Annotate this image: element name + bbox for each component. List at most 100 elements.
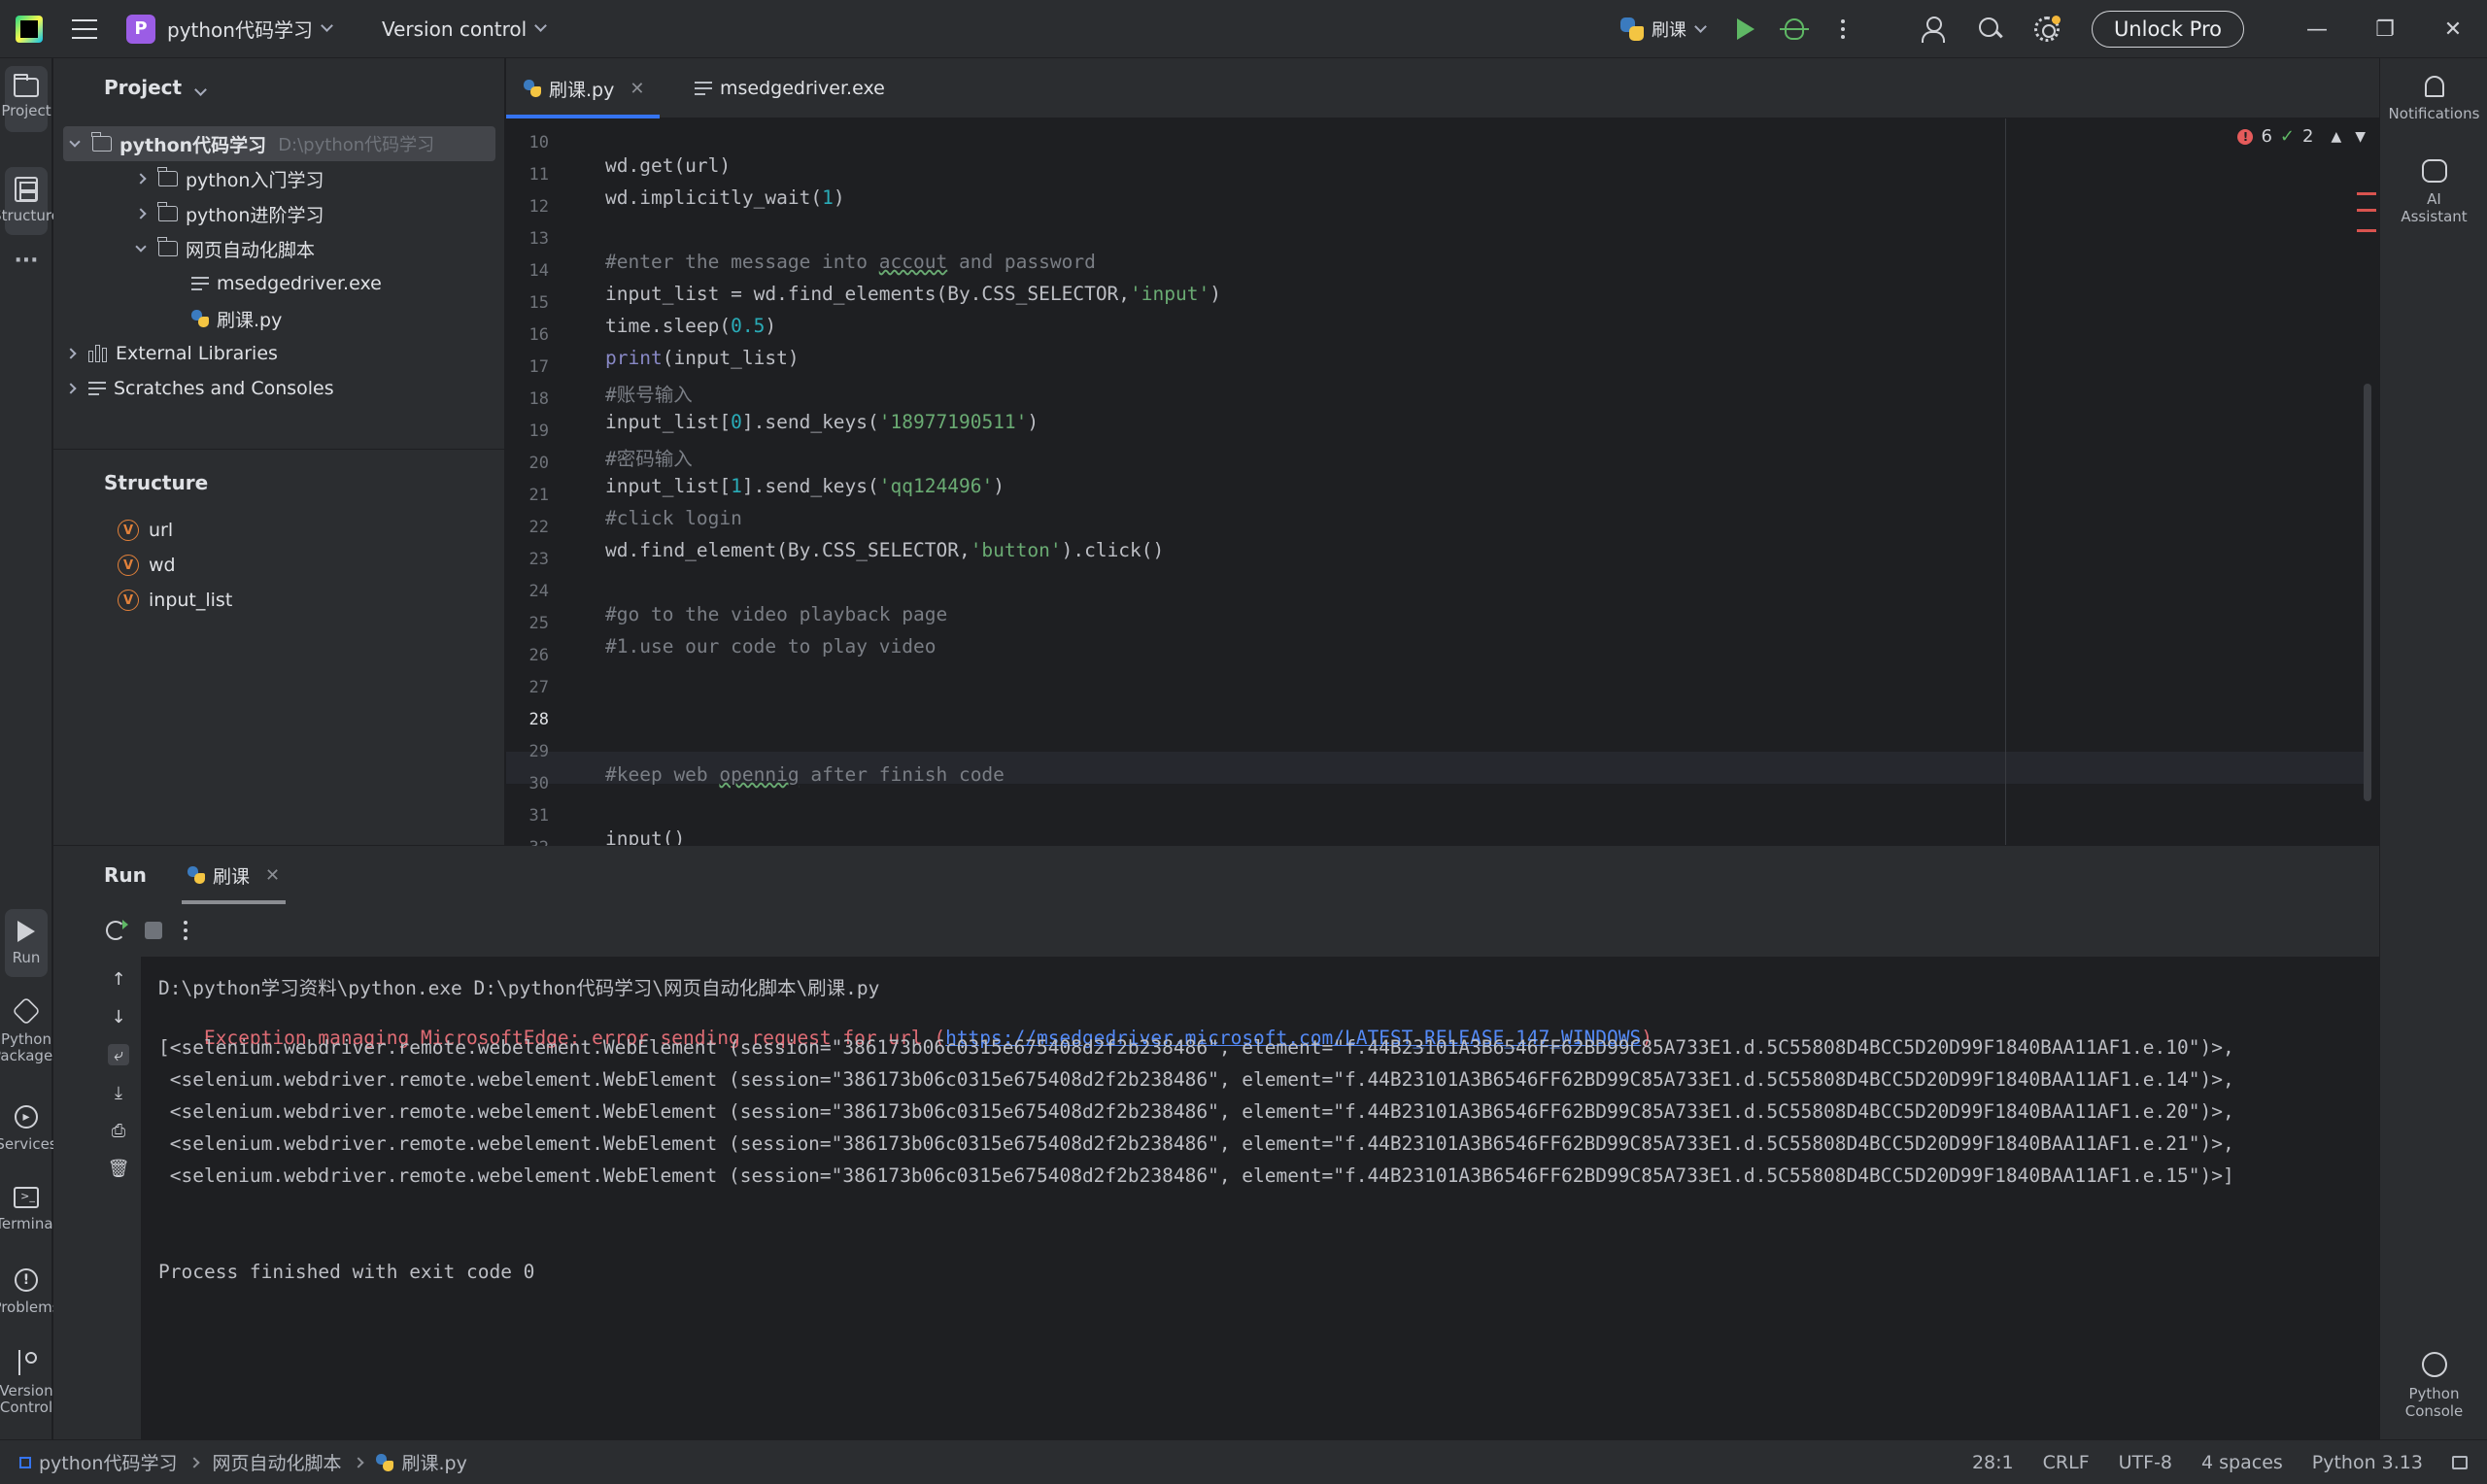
breadcrumb-item[interactable]: python代码学习 xyxy=(39,1449,177,1475)
project-panel-header[interactable]: Project xyxy=(104,76,207,99)
code-line-23[interactable]: #click login xyxy=(605,507,742,529)
problems-tool-button[interactable]: ! Problems xyxy=(0,1268,60,1316)
run-tab-shuake[interactable]: 刷课 ✕ xyxy=(182,846,287,904)
line-number: 19 xyxy=(528,422,549,441)
code-line-30[interactable]: #keep web opennig after finish code xyxy=(605,763,1005,786)
python-packages-label: Python Packages xyxy=(0,1030,60,1064)
maximize-button[interactable]: ❐ xyxy=(2351,0,2419,58)
vcs-menu[interactable]: Version control xyxy=(370,0,548,58)
stop-icon[interactable] xyxy=(145,922,162,939)
project-tool-button[interactable]: Project xyxy=(1,66,51,132)
error-stripe-mark[interactable] xyxy=(2357,209,2376,212)
tree-node-project-root[interactable]: python代码学习 D:\python代码学习 xyxy=(63,126,495,161)
breadcrumb-item[interactable]: 网页自动化脚本 xyxy=(212,1449,341,1475)
print-icon[interactable]: ⎙ xyxy=(108,1120,129,1141)
notifications-tool-button[interactable]: Notifications xyxy=(2380,76,2487,122)
structure-tool-button[interactable]: Structure xyxy=(0,167,60,235)
structure-item-wd[interactable]: V wd xyxy=(53,548,505,583)
rerun-icon[interactable] xyxy=(106,920,128,940)
line-number: 14 xyxy=(528,261,549,281)
code-line-15[interactable]: #enter the message into accout and passw… xyxy=(605,251,1096,273)
project-badge[interactable]: P xyxy=(126,14,155,44)
code-line-21[interactable]: #密码输入 xyxy=(605,443,693,471)
unlock-pro-button[interactable]: Unlock Pro xyxy=(2091,11,2244,48)
structure-item-input-list[interactable]: V input_list xyxy=(53,583,505,618)
code-line-22[interactable]: input_list[1].send_keys('qq124496') xyxy=(605,475,1005,497)
caret-position[interactable]: 28:1 xyxy=(1972,1452,2014,1473)
code-line-16[interactable]: input_list = wd.find_elements(By.CSS_SEL… xyxy=(605,283,1221,305)
soft-wrap-icon[interactable]: ⤶ xyxy=(108,1044,129,1065)
code-line-13[interactable]: wd.implicitly_wait(1) xyxy=(605,186,845,209)
line-number: 26 xyxy=(528,646,549,665)
version-control-tool-button[interactable]: Version Control xyxy=(0,1350,53,1416)
code-line-32[interactable]: input() xyxy=(605,827,685,845)
console-output-line: <selenium.webdriver.remote.webelement.We… xyxy=(158,1068,2234,1091)
error-stripe-mark[interactable] xyxy=(2357,192,2376,195)
code-line-11[interactable]: wd.get(url) xyxy=(605,154,731,177)
run-options-icon[interactable] xyxy=(184,921,187,940)
tab-shuake-py[interactable]: 刷课.py ✕ xyxy=(506,58,661,118)
line-separator[interactable]: CRLF xyxy=(2043,1452,2090,1473)
close-window-button[interactable]: ✕ xyxy=(2419,0,2487,58)
inspection-widget[interactable]: ! 6 ✓ 2 ▲ ▼ xyxy=(2237,126,2366,147)
code-line-20[interactable]: input_list[0].send_keys('18977190511') xyxy=(605,411,1039,433)
error-stripe-mark[interactable] xyxy=(2357,229,2376,232)
project-switcher[interactable]: python代码学习 xyxy=(155,0,333,58)
tree-node-msedgedriver[interactable]: msedgedriver.exe xyxy=(53,266,505,301)
editor-scrollbar[interactable] xyxy=(2364,384,2371,801)
python-console-tool-button[interactable]: Python Console xyxy=(2380,1352,2487,1420)
python-file-icon xyxy=(1619,17,1644,41)
update-dot xyxy=(2051,16,2061,24)
next-highlight-icon[interactable]: ▼ xyxy=(2355,129,2366,145)
gear-icon xyxy=(2033,16,2061,42)
tree-node-python-advanced[interactable]: python进阶学习 xyxy=(53,196,505,231)
run-tool-button[interactable]: Run xyxy=(5,909,48,977)
run-button[interactable] xyxy=(1724,8,1767,51)
terminal-tool-button[interactable]: >_ Terminal xyxy=(0,1187,57,1232)
code-line-17[interactable]: time.sleep(0.5) xyxy=(605,315,776,337)
code-line-26[interactable]: #go to the video playback page xyxy=(605,603,947,625)
settings-button[interactable] xyxy=(2026,8,2068,51)
code-line-27[interactable]: #1.use our code to play video xyxy=(605,635,936,658)
down-stack-icon[interactable]: ↓ xyxy=(108,1006,129,1028)
chevron-down-icon xyxy=(534,19,548,32)
prev-highlight-icon[interactable]: ▲ xyxy=(2331,129,2341,145)
main-menu-icon[interactable] xyxy=(72,18,97,39)
error-icon: ! xyxy=(2237,128,2254,145)
search-button[interactable] xyxy=(1969,8,2012,51)
tree-node-python-basics[interactable]: python入门学习 xyxy=(53,161,505,196)
lock-icon[interactable] xyxy=(2452,1456,2468,1469)
more-actions-button[interactable] xyxy=(1822,8,1864,51)
up-stack-icon[interactable]: ↑ xyxy=(108,968,129,990)
code-with-me-button[interactable] xyxy=(1913,8,1956,51)
ai-assistant-tool-button[interactable]: AI Assistant xyxy=(2380,159,2487,225)
run-config-selector[interactable]: 刷课 xyxy=(1619,0,1707,58)
folder-icon xyxy=(14,74,39,97)
debug-button[interactable] xyxy=(1773,8,1816,51)
tree-node-external-libraries[interactable]: External Libraries xyxy=(53,336,505,371)
tab-msedgedriver[interactable]: msedgedriver.exe xyxy=(679,58,901,118)
tree-node-shuake-py[interactable]: 刷课.py xyxy=(53,301,505,336)
python-interpreter[interactable]: Python 3.13 xyxy=(2312,1452,2423,1473)
tree-node-scratches[interactable]: Scratches and Consoles xyxy=(53,371,505,406)
code-line-19[interactable]: #账号输入 xyxy=(605,379,693,407)
python-console-icon xyxy=(2421,1352,2447,1377)
run-tool-label: Run xyxy=(12,949,41,966)
more-tools-button[interactable]: ··· xyxy=(5,251,48,272)
line-number: 22 xyxy=(528,518,549,537)
structure-item-url[interactable]: V url xyxy=(53,513,505,548)
indent-setting[interactable]: 4 spaces xyxy=(2201,1452,2283,1473)
minimize-button[interactable]: — xyxy=(2283,0,2351,58)
tree-node-web-automation[interactable]: 网页自动化脚本 xyxy=(53,231,505,266)
close-tab-icon[interactable]: ✕ xyxy=(265,865,280,886)
python-packages-tool-button[interactable]: Python Packages xyxy=(0,996,60,1064)
scroll-to-end-icon[interactable]: ⤓ xyxy=(108,1082,129,1103)
services-tool-button[interactable]: ▸ Services xyxy=(0,1105,57,1153)
code-line-24[interactable]: wd.find_element(By.CSS_SELECTOR,'button'… xyxy=(605,539,1164,561)
file-encoding[interactable]: UTF-8 xyxy=(2119,1452,2172,1473)
trash-icon[interactable]: 🗑 xyxy=(108,1158,130,1179)
vcs-label: Version control xyxy=(381,17,528,41)
close-tab-icon[interactable]: ✕ xyxy=(630,79,644,99)
code-line-18[interactable]: print(input_list) xyxy=(605,347,800,369)
breadcrumb-item[interactable]: 刷课.py xyxy=(401,1449,466,1475)
